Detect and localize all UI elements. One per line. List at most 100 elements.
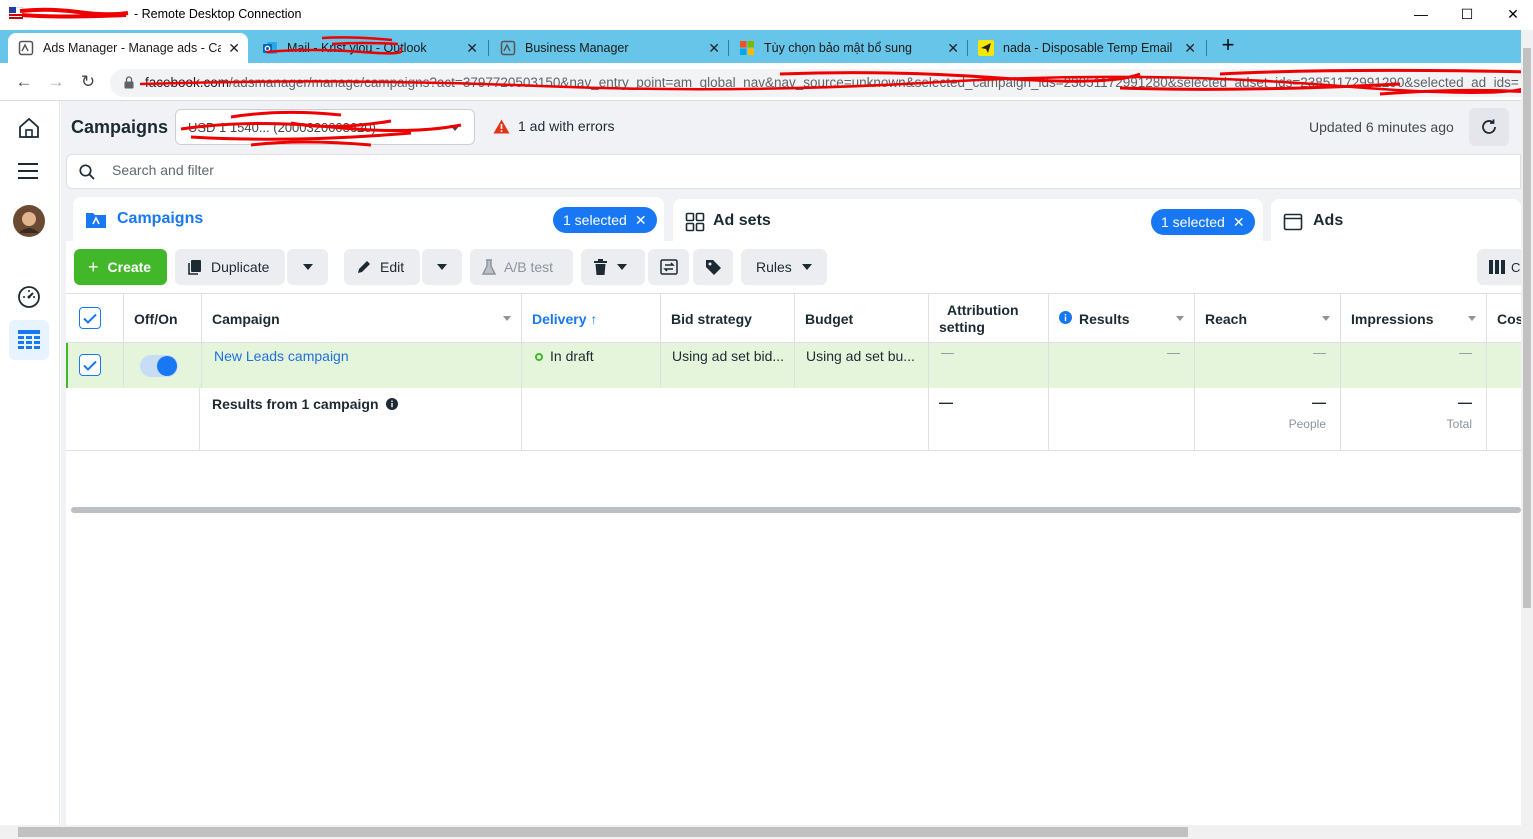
campaigns-selected-pill[interactable]: 1 selected ✕ <box>553 207 657 233</box>
info-icon[interactable] <box>1059 311 1072 324</box>
reload-icon[interactable]: ↻ <box>77 71 99 93</box>
column-cost[interactable]: Cos <box>1487 294 1523 344</box>
delivery-status: In draft <box>550 348 594 364</box>
column-offon[interactable]: Off/On <box>124 294 202 344</box>
bid-strategy-value: Using ad set bid... <box>672 348 785 364</box>
delete-button[interactable] <box>581 249 645 285</box>
duplicate-dropdown-button[interactable] <box>287 249 328 285</box>
delivery-label: Delivery <box>532 311 587 327</box>
rules-button[interactable]: Rules <box>741 249 827 285</box>
column-bid-strategy[interactable]: Bid strategy <box>661 294 795 344</box>
close-tab-icon[interactable]: ✕ <box>228 40 240 57</box>
home-icon[interactable] <box>9 108 49 148</box>
close-window-button[interactable]: ✕ <box>1502 4 1524 24</box>
sort-caret-icon <box>1468 316 1476 321</box>
column-impressions[interactable]: Impressions <box>1341 294 1487 344</box>
close-tab-icon[interactable]: ✕ <box>1184 40 1196 57</box>
ab-test-button[interactable]: A/B test <box>470 249 573 285</box>
create-label: Create <box>107 259 152 275</box>
search-input[interactable] <box>112 162 612 178</box>
tab-ads-manager[interactable]: Ads Manager - Manage ads - Ca ✕ <box>8 33 248 63</box>
select-all-column <box>66 294 124 344</box>
summary-attribution-value: — <box>939 394 953 410</box>
warning-icon <box>493 119 510 133</box>
menu-icon[interactable] <box>9 151 49 191</box>
attribution-value: — <box>941 345 954 360</box>
reach-value: — <box>1313 345 1326 360</box>
column-reach[interactable]: Reach <box>1195 294 1341 344</box>
dashboard-icon[interactable] <box>9 277 49 317</box>
table-header: Off/On Campaign Delivery ↑ Bid strategy … <box>66 293 1523 344</box>
checkmark-icon <box>83 360 97 371</box>
scrollbar-thumb[interactable] <box>1523 48 1531 608</box>
page-title: Campaigns <box>71 117 169 137</box>
scrollbar-thumb[interactable] <box>18 827 1188 837</box>
maximize-button[interactable]: ☐ <box>1456 4 1478 24</box>
adsets-selected-pill[interactable]: 1 selected ✕ <box>1151 209 1255 235</box>
edit-button[interactable]: Edit <box>344 249 420 285</box>
column-attribution[interactable]: Attribution setting <box>929 294 1049 344</box>
column-label: Bid strategy <box>671 311 752 327</box>
tab-campaigns[interactable]: Campaigns 1 selected ✕ <box>73 197 664 241</box>
close-tab-icon[interactable]: ✕ <box>708 40 720 57</box>
tab-microsoft-security[interactable]: Tùy chọn bảo mật bổ sung ✕ <box>729 33 967 63</box>
refresh-button[interactable] <box>1469 108 1509 146</box>
edit-label: Edit <box>380 259 405 275</box>
clear-selection-icon[interactable]: ✕ <box>635 212 647 229</box>
ads-manager-table-icon[interactable] <box>9 320 49 360</box>
url-field[interactable]: facebook.com/adsmanager/manage/campaigns… <box>110 69 1533 97</box>
tab-title: Tùy chọn bảo mật bổ sung <box>764 41 913 55</box>
checkmark-icon <box>83 313 97 324</box>
export-button[interactable] <box>648 249 689 285</box>
close-tab-icon[interactable]: ✕ <box>947 40 959 57</box>
tab-nada[interactable]: nada - Disposable Temp Email ✕ <box>968 33 1204 63</box>
column-campaign[interactable]: Campaign <box>202 294 522 344</box>
column-delivery[interactable]: Delivery ↑ <box>522 294 661 344</box>
close-tab-icon[interactable]: ✕ <box>466 40 478 57</box>
back-arrow-icon[interactable]: ← <box>13 71 35 93</box>
sort-caret-icon <box>503 316 511 321</box>
info-icon[interactable] <box>386 398 399 410</box>
clear-selection-icon[interactable]: ✕ <box>1233 214 1245 231</box>
column-results[interactable]: Results <box>1049 294 1195 344</box>
select-all-checkbox[interactable] <box>79 307 101 329</box>
create-button[interactable]: + Create <box>74 249 167 285</box>
forward-arrow-icon[interactable]: → <box>45 71 67 93</box>
search-bar[interactable] <box>66 154 1521 189</box>
summary-row: Results from 1 campaign — — People — Tot… <box>66 388 1521 451</box>
new-tab-button[interactable]: + <box>1218 34 1238 57</box>
column-budget[interactable]: Budget <box>795 294 929 344</box>
tab-ads[interactable]: Ads <box>1271 199 1521 241</box>
url-path: /adsmanager/manage/campaigns?act=3797720… <box>229 75 1519 90</box>
campaign-toggle[interactable] <box>140 355 178 377</box>
page-horizontal-scrollbar[interactable] <box>0 825 1533 839</box>
page-vertical-scrollbar[interactable] <box>1521 30 1533 825</box>
column-label: Attribution <box>947 302 1019 318</box>
impressions-value: — <box>1459 345 1472 360</box>
tab-outlook[interactable]: Mail - Krist ylou - Outlook ✕ <box>252 33 486 63</box>
edit-dropdown-button[interactable] <box>422 249 462 285</box>
table-horizontal-scrollbar[interactable] <box>71 507 1521 513</box>
avatar[interactable] <box>9 201 49 241</box>
tag-button[interactable] <box>693 249 733 285</box>
account-selector[interactable]: USD 1 1540... (2000320003620) <box>175 109 475 145</box>
column-label: Budget <box>805 311 854 327</box>
table-row[interactable]: New Leads campaign In draft Using ad set… <box>66 343 1521 388</box>
campaign-name-link[interactable]: New Leads campaign <box>214 348 349 364</box>
row-impressions-cell: — <box>1341 343 1487 388</box>
row-checkbox[interactable] <box>79 354 101 376</box>
minimize-button[interactable]: — <box>1410 4 1432 24</box>
errors-indicator[interactable]: 1 ad with errors <box>493 118 614 134</box>
chevron-down-icon <box>450 125 460 131</box>
summary-label: Results from 1 campaign <box>212 396 399 412</box>
selected-count: 1 selected <box>563 212 627 228</box>
budget-value: Using ad set bu... <box>806 348 915 364</box>
tab-adsets[interactable]: Ad sets 1 selected ✕ <box>673 199 1263 241</box>
summary-reach-cell: — People <box>1195 388 1341 450</box>
sort-caret-icon <box>1176 316 1184 321</box>
column-label: Results <box>1079 311 1130 327</box>
duplicate-button[interactable]: Duplicate <box>175 249 285 285</box>
columns-button[interactable]: C <box>1477 249 1521 285</box>
url-domain: facebook.com <box>145 75 230 90</box>
tab-business-manager[interactable]: Business Manager ✕ <box>490 33 728 63</box>
